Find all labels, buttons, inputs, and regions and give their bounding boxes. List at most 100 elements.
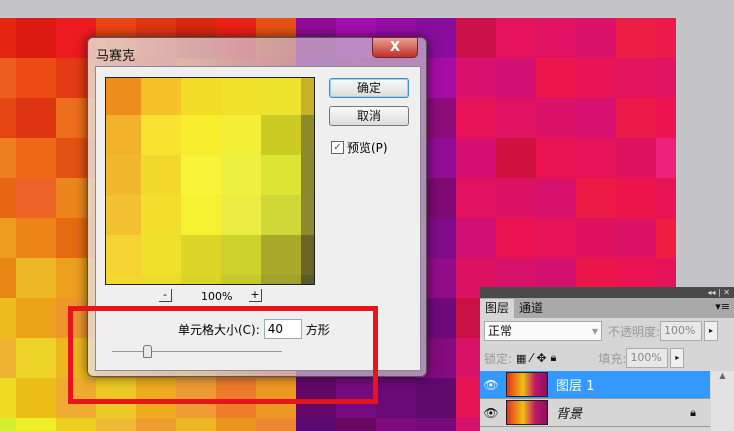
mosaic-tile [616,58,656,98]
opacity-input[interactable]: 100% [660,321,703,341]
ok-button[interactable]: 确定 [329,78,409,98]
mosaic-tile [376,378,416,418]
close-button[interactable]: X [372,37,418,58]
preview-tile [261,78,301,115]
preview-tile [106,155,141,195]
mosaic-tile [496,98,536,138]
preview-tile [141,235,181,275]
preview-tile [301,155,314,195]
mosaic-tile [616,178,656,218]
panel-menu-icon[interactable]: ▾≡ [715,300,730,313]
fill-arrow-icon[interactable]: ▸ [670,348,685,368]
mosaic-tile [496,18,536,58]
mosaic-tile [16,378,56,418]
zoom-level: 100% [201,290,233,303]
preview-tile [301,78,314,115]
mosaic-tile [176,418,216,431]
preview-tile [141,78,181,115]
lock-brush-icon[interactable]: ⁄ [530,351,532,365]
mosaic-tile [616,98,656,138]
eye-icon[interactable]: 👁︎ [480,406,502,420]
zoom-in-button[interactable]: + [249,289,262,302]
zoom-out-button[interactable]: - [159,289,172,302]
preview-tile [181,115,221,155]
preview-checkbox[interactable]: ✓ 预览(P) [331,139,388,156]
cancel-button[interactable]: 取消 [329,106,409,126]
preview-tile [106,235,141,275]
mosaic-tile [16,218,56,258]
layer-thumbnail [506,372,548,397]
mosaic-tile [0,378,16,418]
lock-all-icon[interactable]: 🔒︎ [551,351,557,365]
checkmark-icon: ✓ [331,141,344,154]
preview-tile [301,115,314,155]
mosaic-tile [656,58,676,98]
mosaic-tile [0,18,16,58]
preview-tile [301,275,314,284]
mosaic-tile [16,178,56,218]
mosaic-tile [616,138,656,178]
preview-area[interactable] [105,77,315,285]
preview-tile [221,115,261,155]
layers-scrollbar[interactable]: ▲ [711,371,734,431]
fill-input[interactable]: 100% [626,348,669,368]
preview-tile [221,78,261,115]
mosaic-tile [96,418,136,431]
preview-tile [181,155,221,195]
mosaic-tile [16,138,56,178]
preview-tile [261,235,301,275]
preview-tile [301,235,314,275]
mosaic-tile [656,18,676,58]
lock-icon: 🔒︎ [690,405,696,419]
mosaic-tile [16,18,56,58]
preview-tile [261,155,301,195]
mosaic-tile [0,298,16,338]
preview-tile [181,275,221,284]
mosaic-tile [0,418,16,431]
mosaic-tile [536,18,576,58]
mosaic-tile [456,178,496,218]
mosaic-tile [456,138,496,178]
preview-tile [106,275,141,284]
preview-tile [261,275,301,284]
mosaic-tile [496,178,536,218]
mosaic-tile [336,418,376,431]
opacity-arrow-icon[interactable]: ▸ [704,321,719,341]
mosaic-tile [456,218,496,258]
mosaic-tile [496,218,536,258]
lock-transparency-icon[interactable]: ▦ [516,352,526,365]
preview-tile [181,195,221,235]
mosaic-tile [16,58,56,98]
mosaic-tile [536,138,576,178]
mosaic-tile [576,218,616,258]
layer-row-background[interactable]: 👁︎ 背景 🔒︎ [480,399,710,427]
mosaic-tile [536,218,576,258]
layer-row-1[interactable]: 👁︎ 图层 1 [480,371,710,399]
preview-tile [221,155,261,195]
blend-mode-select[interactable]: 正常 ▾ [484,321,602,341]
preview-tile [106,78,141,115]
mosaic-tile [376,418,416,431]
eye-icon[interactable]: 👁︎ [480,378,502,392]
mosaic-tile [0,58,16,98]
mosaic-tile [0,98,16,138]
mosaic-tile [16,338,56,378]
preview-tile [106,195,141,235]
dialog-title: 马赛克 [96,49,136,64]
mosaic-tile [576,98,616,138]
mosaic-tile [656,98,676,138]
mosaic-tile [656,218,676,258]
mosaic-tile [456,98,496,138]
mosaic-tile [0,338,16,378]
mosaic-tile [576,58,616,98]
tab-layers[interactable]: 图层 [480,299,515,318]
tab-channels[interactable]: 通道 [514,299,548,318]
mosaic-tile [56,418,96,431]
panel-header[interactable]: ◂◂ | ✕ [480,287,734,298]
preview-tile [301,195,314,235]
mosaic-tile [496,58,536,98]
lock-move-icon[interactable]: ✥ [536,351,546,365]
highlight-box [68,306,378,404]
mosaic-tile [416,418,456,431]
mosaic-tile [496,138,536,178]
